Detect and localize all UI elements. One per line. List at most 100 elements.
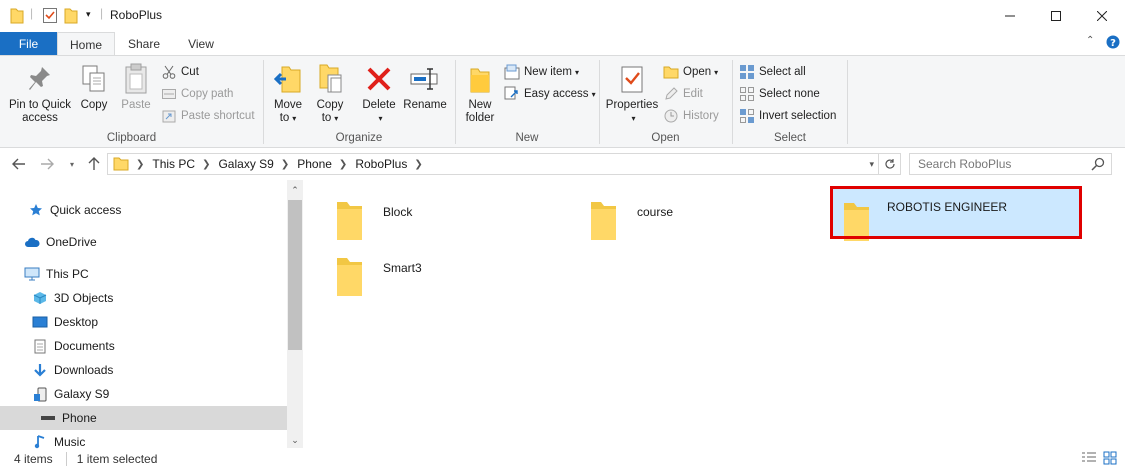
close-button[interactable]	[1079, 0, 1125, 31]
invert-selection-button[interactable]: Invert selection	[739, 106, 836, 126]
file-name: Smart3	[383, 261, 422, 275]
scroll-down-chevron-icon[interactable]: ⌄	[287, 432, 303, 448]
new-group: New folder New item ▾ Easy access ▾ New	[456, 58, 598, 146]
breadcrumb-separator-icon[interactable]: ❯	[281, 159, 289, 170]
desktop-icon	[32, 314, 48, 330]
new-item-button[interactable]: New item ▾	[504, 62, 579, 82]
new-folder-button[interactable]: New folder	[460, 62, 500, 125]
folder-icon	[10, 6, 24, 26]
tab-file[interactable]: File	[0, 32, 57, 56]
breadcrumb-separator-icon[interactable]: ❯	[202, 159, 210, 170]
delete-dropdown-chevron-icon[interactable]: ▾	[378, 112, 382, 125]
easy-access-icon	[504, 86, 520, 102]
nav-item-quick-access[interactable]: Quick access	[0, 198, 287, 222]
breadcrumb-phone[interactable]: Phone	[297, 157, 332, 171]
tab-view[interactable]: View	[173, 32, 229, 56]
nav-label: OneDrive	[46, 235, 97, 249]
details-view-icon[interactable]	[1081, 451, 1097, 468]
search-input[interactable]: Search RoboPlus	[909, 153, 1112, 175]
paste-shortcut-button[interactable]: Paste shortcut	[161, 106, 255, 126]
address-history-chevron-icon[interactable]: ▾	[869, 159, 874, 170]
toolbar-divider: |	[100, 6, 104, 20]
nav-item-galaxy-s9[interactable]: Galaxy S9	[0, 382, 287, 406]
help-icon[interactable]: ?	[1106, 35, 1120, 52]
collapse-ribbon-chevron-icon[interactable]: ⌃	[1086, 35, 1094, 46]
cube-icon	[32, 290, 48, 306]
properties-label: Properties	[605, 99, 659, 111]
select-all-button[interactable]: Select all	[739, 62, 806, 82]
recent-locations-chevron-icon[interactable]: ▾	[63, 155, 81, 173]
paste-button[interactable]: Paste	[117, 62, 155, 112]
pin-label-line1: Pin to Quick	[9, 99, 71, 111]
delete-x-icon	[363, 62, 395, 96]
refresh-icon[interactable]	[879, 153, 901, 175]
nav-item-desktop[interactable]: Desktop	[0, 310, 287, 334]
file-item-robotis-engineer[interactable]: ROBOTIS ENGINEER	[832, 188, 1080, 241]
paste-shortcut-label: Paste shortcut	[181, 110, 255, 122]
pin-label-line2: access	[22, 112, 58, 124]
copy-to-button[interactable]: Copy to ▾	[312, 62, 348, 125]
window-title: RoboPlus	[110, 8, 163, 22]
nav-pane-scrollbar[interactable]: ⌃ ⌄	[287, 180, 303, 448]
up-arrow-icon[interactable]	[85, 155, 103, 173]
breadcrumb-separator-icon[interactable]: ❯	[414, 159, 422, 170]
properties-dropdown-chevron-icon[interactable]: ▾	[631, 112, 635, 125]
breadcrumb-this-pc[interactable]: This PC	[152, 157, 195, 171]
folder-icon	[334, 257, 364, 300]
cloud-icon	[24, 234, 40, 250]
nav-item-onedrive[interactable]: OneDrive	[0, 230, 287, 254]
nav-item-phone[interactable]: Phone	[0, 406, 287, 430]
back-arrow-icon[interactable]	[10, 155, 28, 173]
view-switcher	[1081, 451, 1117, 468]
file-item-smart3[interactable]: Smart3	[308, 243, 558, 296]
maximize-button[interactable]	[1033, 0, 1079, 31]
nav-item-this-pc[interactable]: This PC	[0, 262, 287, 286]
scrollbar-thumb[interactable]	[288, 200, 302, 350]
nav-item-documents[interactable]: Documents	[0, 334, 287, 358]
move-to-button[interactable]: Move to ▾	[270, 62, 306, 125]
delete-button[interactable]: Delete ▾	[360, 62, 398, 125]
customize-toolbar-chevron-icon[interactable]: ▾	[86, 9, 91, 29]
breadcrumb-separator-icon[interactable]: ❯	[136, 159, 144, 170]
history-button[interactable]: History	[663, 106, 719, 126]
new-folder-quick-icon[interactable]	[64, 6, 78, 26]
breadcrumb-separator-icon[interactable]: ❯	[339, 159, 347, 170]
phone-device-icon	[32, 386, 48, 402]
open-group-caption: Open	[651, 132, 680, 144]
rename-button[interactable]: Rename	[402, 62, 448, 112]
address-bar[interactable]: ❯ This PC ❯ Galaxy S9 ❯ Phone ❯ RoboPlus…	[107, 153, 879, 175]
breadcrumb-galaxy-s9[interactable]: Galaxy S9	[218, 157, 273, 171]
folder-icon	[841, 202, 871, 245]
easy-access-button[interactable]: Easy access ▾	[504, 84, 596, 104]
select-all-icon	[739, 64, 755, 80]
tab-share[interactable]: Share	[115, 32, 173, 56]
new-item-label: New item	[524, 66, 572, 78]
new-folder-icon	[464, 62, 496, 96]
open-button[interactable]: Open ▾	[663, 62, 718, 82]
minimize-button[interactable]	[987, 0, 1033, 31]
search-icon[interactable]	[1091, 157, 1105, 174]
nav-item-3d-objects[interactable]: 3D Objects	[0, 286, 287, 310]
copy-button[interactable]: Copy	[76, 62, 112, 112]
new-item-icon	[504, 64, 520, 80]
clipboard-icon	[120, 62, 152, 96]
nav-item-downloads[interactable]: Downloads	[0, 358, 287, 382]
properties-button[interactable]: Properties ▾	[604, 62, 660, 125]
properties-check-icon[interactable]	[42, 6, 58, 26]
file-item-course[interactable]: course	[562, 187, 812, 240]
organize-group-caption: Organize	[335, 132, 383, 144]
pin-to-quick-access-button[interactable]: Pin to Quick access	[6, 62, 74, 125]
file-item-block[interactable]: Block	[308, 187, 558, 240]
select-none-button[interactable]: Select none	[739, 84, 820, 104]
tab-home[interactable]: Home	[57, 32, 115, 56]
edit-button[interactable]: Edit	[663, 84, 703, 104]
breadcrumb-roboplus[interactable]: RoboPlus	[355, 157, 407, 171]
clipboard-group-caption: Clipboard	[106, 132, 157, 144]
cut-button[interactable]: Cut	[161, 62, 199, 82]
forward-arrow-icon[interactable]	[38, 155, 56, 173]
copy-path-icon	[161, 86, 177, 102]
large-icons-view-icon[interactable]	[1103, 451, 1117, 468]
scroll-up-chevron-icon[interactable]: ⌃	[287, 182, 303, 198]
nav-label: 3D Objects	[54, 291, 114, 305]
copy-path-button[interactable]: Copy path	[161, 84, 233, 104]
